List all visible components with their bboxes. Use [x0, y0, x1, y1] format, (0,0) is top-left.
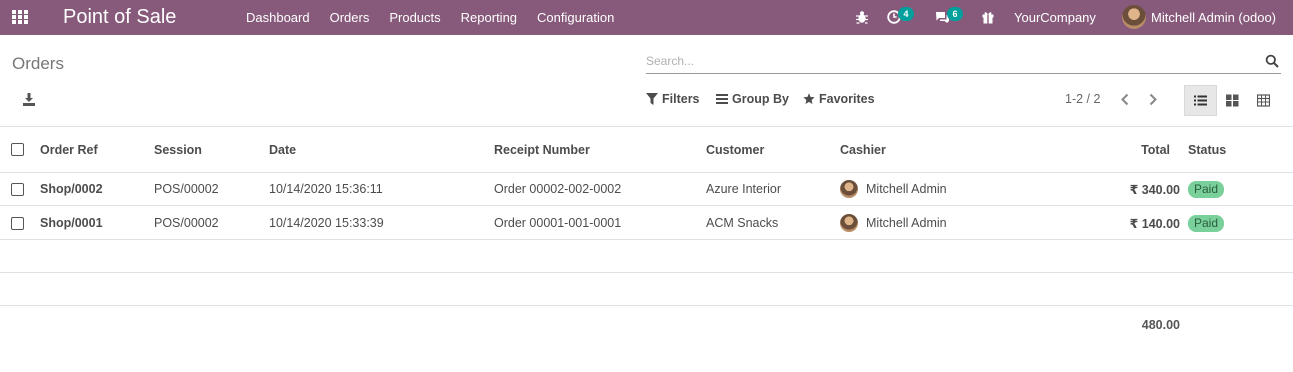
- kanban-view-icon: [1226, 94, 1239, 107]
- group-by-label: Group By: [732, 92, 789, 106]
- main-menu: Dashboard Orders Products Reporting Conf…: [236, 0, 624, 35]
- gift-icon[interactable]: [981, 10, 995, 24]
- filters-label: Filters: [662, 92, 700, 106]
- status-badge: Paid: [1188, 214, 1225, 232]
- receipt-number: Order 00001-001-0001: [494, 216, 622, 230]
- row-checkbox[interactable]: [11, 216, 24, 230]
- cashier-avatar: [840, 180, 858, 198]
- activity-count-badge: 4: [898, 7, 914, 21]
- customer: Azure Interior: [706, 182, 782, 196]
- column-date[interactable]: Date: [269, 127, 296, 172]
- top-navbar: Point of Sale Dashboard Orders Products …: [0, 0, 1293, 35]
- column-status[interactable]: Status: [1188, 127, 1226, 172]
- column-receipt-number[interactable]: Receipt Number: [494, 127, 590, 172]
- messages-count-badge: 6: [947, 7, 963, 21]
- table-view-icon: [1257, 94, 1270, 107]
- row-select-cell: [11, 173, 24, 205]
- menu-item-dashboard[interactable]: Dashboard: [236, 0, 320, 35]
- column-order-ref[interactable]: Order Ref: [40, 127, 98, 172]
- column-cashier[interactable]: Cashier: [840, 127, 886, 172]
- column-customer[interactable]: Customer: [706, 127, 764, 172]
- group-by-button[interactable]: Group By: [716, 92, 789, 106]
- filters-button[interactable]: Filters: [646, 92, 700, 106]
- select-all-checkbox[interactable]: [11, 143, 24, 156]
- list-view-icon: [1194, 95, 1207, 106]
- session: POS/00002: [154, 182, 219, 196]
- cashier-avatar: [840, 214, 858, 232]
- row-select-cell: [11, 207, 24, 239]
- row-checkbox[interactable]: [11, 182, 24, 196]
- order-ref: Shop/0001: [40, 216, 103, 230]
- menu-item-orders[interactable]: Orders: [320, 0, 380, 35]
- order-total: ₹ 340.00: [1129, 182, 1180, 197]
- empty-row: [0, 273, 1293, 306]
- chevron-left-icon[interactable]: [1119, 93, 1131, 106]
- search-bar: [646, 50, 1281, 74]
- customer: ACM Snacks: [706, 216, 779, 230]
- table-row[interactable]: Shop/0001 POS/00002 10/14/2020 15:33:39 …: [0, 207, 1293, 240]
- chevron-right-icon[interactable]: [1147, 93, 1159, 106]
- download-icon[interactable]: [22, 93, 36, 106]
- status-badge: Paid: [1188, 180, 1225, 198]
- select-all-cell: [11, 127, 24, 172]
- kanban-view-button[interactable]: [1216, 85, 1249, 116]
- menu-item-configuration[interactable]: Configuration: [527, 0, 624, 35]
- user-menu[interactable]: Mitchell Admin (odoo): [1151, 0, 1276, 35]
- user-avatar[interactable]: [1122, 5, 1146, 29]
- menu-item-products[interactable]: Products: [379, 0, 450, 35]
- bars-icon: [716, 94, 728, 104]
- cashier-cell: Mitchell Admin: [840, 207, 947, 239]
- search-icon[interactable]: [1265, 54, 1279, 68]
- column-session[interactable]: Session: [154, 127, 202, 172]
- status-cell: Paid: [1188, 173, 1225, 205]
- favorites-label: Favorites: [819, 92, 875, 106]
- star-icon: [803, 93, 815, 104]
- apps-menu-icon[interactable]: [12, 10, 29, 25]
- empty-row: [0, 241, 1293, 273]
- session: POS/00002: [154, 216, 219, 230]
- sum-total: 480.00: [1141, 318, 1180, 332]
- receipt-number: Order 00002-002-0002: [494, 182, 622, 196]
- order-date: 10/14/2020 15:33:39: [269, 216, 384, 230]
- search-input[interactable]: [646, 50, 1246, 72]
- cashier-name: Mitchell Admin: [866, 182, 947, 196]
- menu-item-reporting[interactable]: Reporting: [451, 0, 527, 35]
- status-cell: Paid: [1188, 207, 1225, 239]
- debug-bug-icon[interactable]: [855, 10, 869, 24]
- cashier-name: Mitchell Admin: [866, 216, 947, 230]
- order-date: 10/14/2020 15:36:11: [269, 182, 383, 196]
- filter-icon: [646, 93, 658, 105]
- column-total[interactable]: Total: [1090, 127, 1170, 172]
- table-row[interactable]: Shop/0002 POS/00002 10/14/2020 15:36:11 …: [0, 173, 1293, 206]
- list-view-button[interactable]: [1184, 85, 1217, 116]
- orders-table: Order Ref Session Date Receipt Number Cu…: [0, 126, 1293, 306]
- order-ref: Shop/0002: [40, 182, 103, 196]
- favorites-button[interactable]: Favorites: [803, 92, 875, 106]
- table-header: Order Ref Session Date Receipt Number Cu…: [0, 127, 1293, 173]
- pivot-view-button[interactable]: [1247, 85, 1280, 116]
- cashier-cell: Mitchell Admin: [840, 173, 947, 205]
- company-switcher[interactable]: YourCompany: [1014, 0, 1096, 35]
- page-title: Orders: [12, 54, 64, 73]
- app-title[interactable]: Point of Sale: [63, 5, 176, 29]
- pager-value[interactable]: 1-2 / 2: [1065, 92, 1100, 106]
- order-total: ₹ 140.00: [1129, 216, 1180, 231]
